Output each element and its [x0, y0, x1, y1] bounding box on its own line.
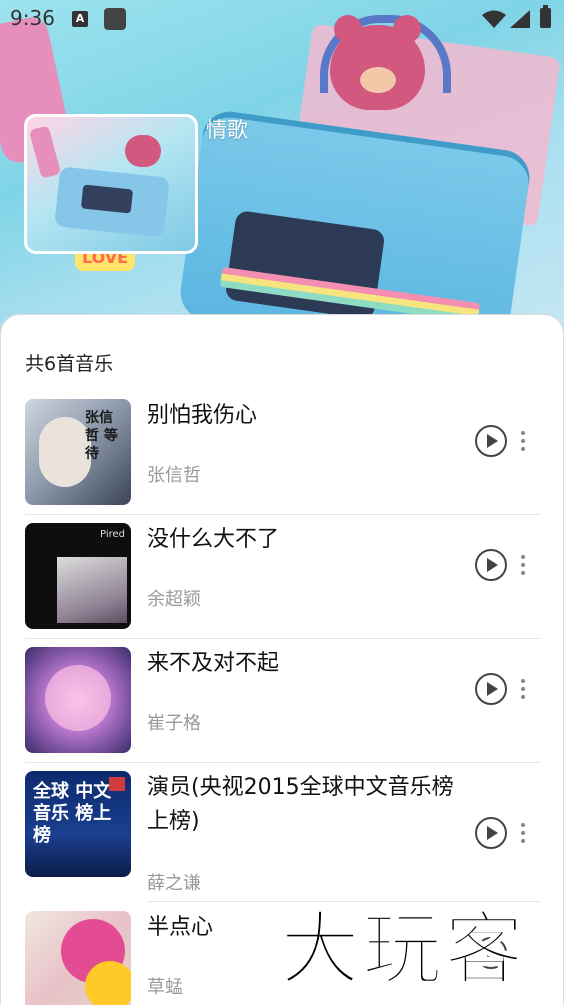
song-cover: 全球 中文 音乐 榜上榜: [25, 771, 131, 877]
cover-portrait: [39, 417, 91, 487]
song-cover: [25, 911, 131, 1005]
cover-text: 张信哲 等待: [85, 410, 118, 462]
song-row[interactable]: 全球 中文 音乐 榜上榜 演员(央视2015全球中文音乐榜上榜) 薛之谦: [1, 771, 563, 911]
cover-badge: [109, 777, 125, 791]
app-notification-icon: [104, 8, 126, 30]
row-divider: [25, 514, 541, 515]
more-vertical-icon[interactable]: [521, 679, 527, 703]
song-title: 演员(央视2015全球中文音乐榜上榜): [147, 775, 454, 834]
bear-illustration: [330, 15, 425, 110]
song-artist: 余超颖: [147, 589, 201, 610]
song-cover: 张信哲 等待: [25, 399, 131, 505]
cover-disc-yellow: [85, 961, 131, 1005]
status-time: 9:36: [10, 6, 55, 30]
more-vertical-icon[interactable]: [521, 431, 527, 455]
cover-cassette-window: [80, 184, 134, 214]
song-row[interactable]: 来不及对不起 崔子格: [1, 647, 563, 771]
song-row[interactable]: 张信哲 等待 别怕我伤心 张信哲: [1, 399, 563, 523]
song-cover: [25, 647, 131, 753]
watermark: 大玩客: [279, 902, 526, 997]
notification-icon: A: [72, 11, 88, 27]
song-artist: 薛之谦: [147, 873, 201, 894]
cover-phone-illustration: [28, 125, 62, 179]
song-artist: 草蜢: [147, 977, 183, 998]
row-divider: [25, 638, 541, 639]
play-circle-icon[interactable]: [475, 817, 507, 849]
song-title: 别怕我伤心: [147, 403, 258, 428]
cover-bear-illustration: [125, 135, 161, 167]
more-vertical-icon[interactable]: [521, 823, 527, 847]
song-cover: Pired: [25, 523, 131, 629]
play-circle-icon[interactable]: [475, 549, 507, 581]
battery-icon: [540, 5, 551, 28]
play-circle-icon[interactable]: [475, 425, 507, 457]
playlist-cover[interactable]: [24, 114, 198, 254]
row-divider: [25, 762, 541, 763]
song-title: 来不及对不起: [147, 651, 280, 676]
cover-text: Pired: [100, 529, 125, 540]
play-circle-icon[interactable]: [475, 673, 507, 705]
song-count: 共6首音乐: [25, 353, 114, 375]
signal-icon: [510, 10, 530, 28]
more-vertical-icon[interactable]: [521, 555, 527, 579]
cover-heart-shape: [45, 665, 111, 731]
song-artist: 张信哲: [147, 465, 201, 486]
playlist-title: 情歌: [206, 118, 248, 142]
cover-photo: [57, 557, 127, 623]
song-row[interactable]: Pired 没什么大不了 余超颖: [1, 523, 563, 647]
song-artist: 崔子格: [147, 713, 201, 734]
cover-text: 全球 中文 音乐 榜上榜: [33, 781, 112, 846]
song-title: 没什么大不了: [147, 527, 280, 552]
wifi-icon: [482, 10, 506, 28]
status-bar: 9:36 A: [0, 0, 564, 36]
